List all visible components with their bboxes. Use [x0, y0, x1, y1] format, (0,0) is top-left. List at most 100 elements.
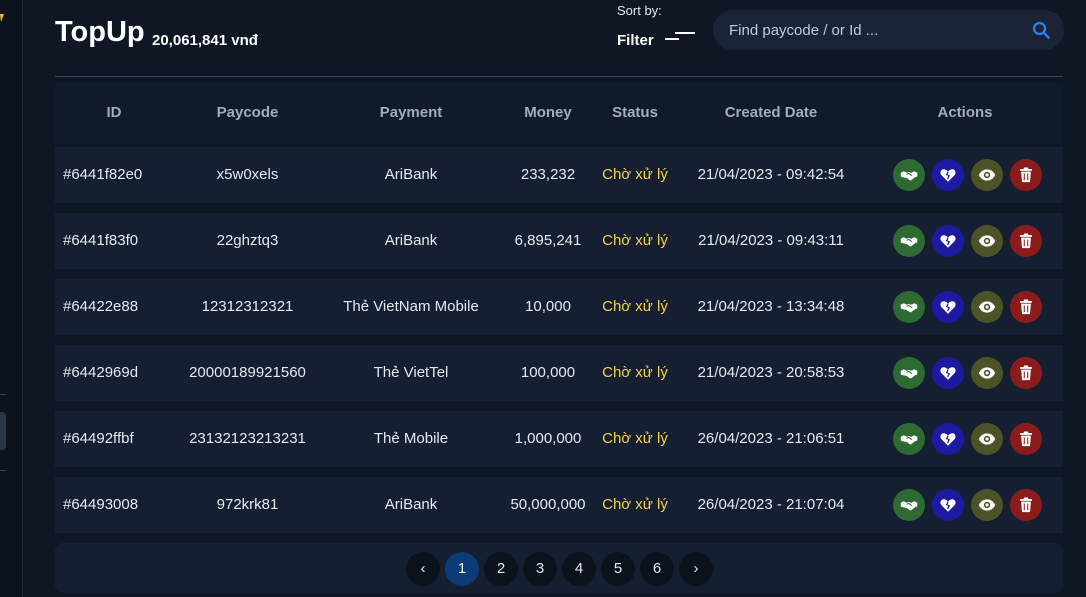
row-paycode: 22ghztq3	[216, 232, 279, 249]
heart-broken-icon	[940, 235, 956, 248]
handshake-icon	[900, 501, 918, 511]
reject-button[interactable]	[932, 489, 964, 521]
row-payment: Thẻ Mobile	[373, 430, 449, 447]
table-row: #6441f83f0 22ghztq3 AriBank 6,895,241 Ch…	[55, 213, 1063, 269]
row-created-date: 26/04/2023 - 21:06:51	[697, 430, 845, 447]
page-1-button[interactable]: 1	[445, 552, 479, 586]
row-id: #64492ffbf	[63, 430, 134, 447]
logo-mark-icon	[0, 14, 4, 22]
reject-button[interactable]	[932, 357, 964, 389]
delete-button[interactable]	[1010, 159, 1042, 191]
approve-button[interactable]	[893, 291, 925, 323]
row-payment: Thẻ VietNam Mobile	[343, 298, 479, 315]
eye-icon	[978, 235, 996, 247]
pagination: ‹ 1 2 3 4 5 6 ›	[55, 543, 1063, 593]
eye-icon	[978, 169, 996, 181]
search-input[interactable]	[729, 10, 1029, 50]
row-id: #6442969d	[63, 364, 139, 381]
row-id: #6441f83f0	[63, 232, 139, 249]
row-money: 6,895,241	[514, 232, 582, 249]
table-header: ID Paycode Payment Money Status Created …	[55, 82, 1063, 144]
delete-button[interactable]	[1010, 357, 1042, 389]
row-created-date: 26/04/2023 - 21:07:04	[697, 496, 845, 513]
eye-icon	[978, 301, 996, 313]
page-6-button[interactable]: 6	[640, 552, 674, 586]
column-header-payment: Payment	[379, 104, 443, 121]
column-header-status: Status	[612, 104, 658, 121]
page-4-button[interactable]: 4	[562, 552, 596, 586]
row-status: Chờ xử lý	[602, 232, 668, 249]
approve-button[interactable]	[893, 159, 925, 191]
reject-button[interactable]	[932, 225, 964, 257]
row-paycode: 20000189921560	[189, 364, 306, 381]
reject-button[interactable]	[932, 159, 964, 191]
delete-button[interactable]	[1010, 225, 1042, 257]
sort-by-label: Sort by:	[617, 3, 662, 18]
row-payment: AriBank	[384, 496, 438, 513]
row-status: Chờ xử lý	[602, 496, 668, 513]
delete-button[interactable]	[1010, 489, 1042, 521]
approve-button[interactable]	[893, 357, 925, 389]
heart-broken-icon	[940, 367, 956, 380]
view-button[interactable]	[971, 225, 1003, 257]
search-icon[interactable]	[1032, 21, 1050, 39]
row-created-date: 21/04/2023 - 09:43:11	[698, 232, 844, 249]
heart-broken-icon	[940, 301, 956, 314]
view-button[interactable]	[971, 357, 1003, 389]
row-money: 233,232	[520, 166, 576, 183]
prev-page-button[interactable]: ‹	[406, 552, 440, 586]
trash-icon	[1020, 365, 1032, 381]
row-status: Chờ xử lý	[602, 430, 668, 447]
row-paycode: x5w0xels	[216, 166, 279, 183]
column-header-actions: Actions	[937, 104, 993, 121]
row-id: #64493008	[63, 496, 139, 513]
reject-button[interactable]	[932, 291, 964, 323]
sidebar-divider	[0, 394, 6, 395]
sidebar	[0, 0, 23, 597]
view-button[interactable]	[971, 423, 1003, 455]
filter-lines-icon[interactable]	[665, 30, 697, 44]
table-row: #64493008 972krk81 AriBank 50,000,000 Ch…	[55, 477, 1063, 533]
table-row: #64492ffbf 23132123213231 Thẻ Mobile 1,0…	[55, 411, 1063, 467]
row-payment: AriBank	[384, 232, 438, 249]
approve-button[interactable]	[893, 423, 925, 455]
sidebar-divider	[0, 470, 6, 471]
delete-button[interactable]	[1010, 291, 1042, 323]
filter-button[interactable]: Filter	[617, 32, 654, 49]
trash-icon	[1020, 167, 1032, 183]
column-header-id: ID	[106, 104, 122, 121]
trash-icon	[1020, 299, 1032, 315]
table-row: #6442969d 20000189921560 Thẻ VietTel 100…	[55, 345, 1063, 401]
row-money: 100,000	[520, 364, 576, 381]
table-row: #6441f82e0 x5w0xels AriBank 233,232 Chờ …	[55, 147, 1063, 203]
trash-icon	[1020, 497, 1032, 513]
page-3-button[interactable]: 3	[523, 552, 557, 586]
row-payment: Thẻ VietTel	[373, 364, 449, 381]
row-status: Chờ xử lý	[602, 166, 668, 183]
next-page-button[interactable]: ›	[679, 552, 713, 586]
heart-broken-icon	[940, 169, 956, 182]
row-money: 50,000,000	[510, 496, 586, 513]
page-5-button[interactable]: 5	[601, 552, 635, 586]
column-header-paycode: Paycode	[216, 104, 279, 121]
balance-amount: 20,061,841 vnđ	[152, 32, 258, 49]
row-money: 10,000	[525, 298, 571, 315]
view-button[interactable]	[971, 489, 1003, 521]
sidebar-active-tab[interactable]	[0, 412, 6, 450]
view-button[interactable]	[971, 291, 1003, 323]
approve-button[interactable]	[893, 225, 925, 257]
delete-button[interactable]	[1010, 423, 1042, 455]
row-payment: AriBank	[384, 166, 438, 183]
view-button[interactable]	[971, 159, 1003, 191]
reject-button[interactable]	[932, 423, 964, 455]
handshake-icon	[900, 237, 918, 247]
handshake-icon	[900, 303, 918, 313]
row-created-date: 21/04/2023 - 13:34:48	[697, 298, 845, 315]
page-2-button[interactable]: 2	[484, 552, 518, 586]
row-id: #6441f82e0	[63, 166, 143, 183]
row-paycode: 23132123213231	[189, 430, 306, 447]
row-status: Chờ xử lý	[602, 364, 668, 381]
eye-icon	[978, 367, 996, 379]
row-status: Chờ xử lý	[602, 298, 668, 315]
approve-button[interactable]	[893, 489, 925, 521]
